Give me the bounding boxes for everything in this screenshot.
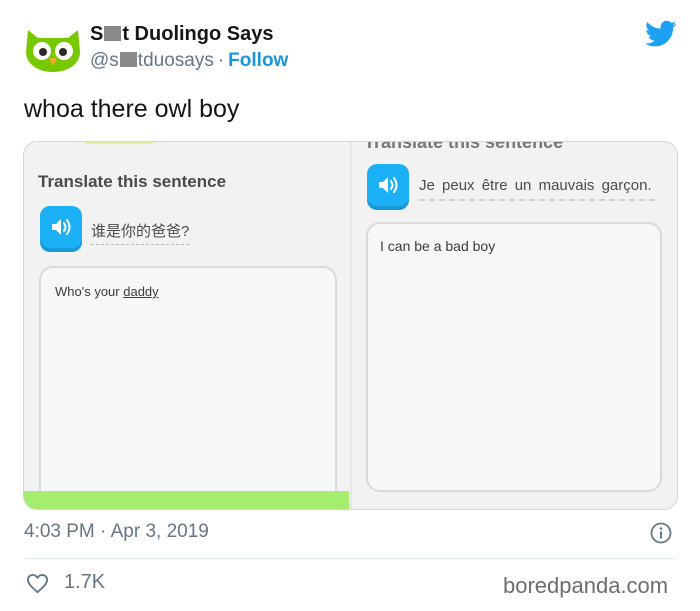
cropped-progress-bar [84,142,154,144]
tweet-media-image[interactable]: Translate this sentence Translate this s… [23,141,678,510]
avatar[interactable] [24,22,82,72]
panel-divider [350,142,352,509]
prompt-dashed-underline [419,199,655,201]
heart-icon[interactable] [26,573,49,594]
redaction-block [104,26,122,41]
follow-button[interactable]: Follow [228,50,288,71]
display-name[interactable]: St Duolingo Says [90,23,273,46]
watermark: boredpanda.com [503,573,669,598]
right-answer-text: I can be a bad boy [380,238,496,254]
footer-separator [24,558,676,559]
left-speaker-button[interactable] [40,206,82,248]
right-prompt-french: Je peux être un mauvais garçon. [419,177,652,194]
info-icon[interactable] [650,522,672,544]
twitter-bird-icon[interactable] [645,20,677,48]
tweet-text: whoa there owl boy [24,95,240,123]
like-count: 1.7K [64,571,106,593]
left-answer-box[interactable]: Who's your daddy [39,266,337,509]
progress-bar [24,491,349,509]
tweet-timestamp[interactable]: 4:03 PM · Apr 3, 2019 [24,521,209,543]
left-prompt-chinese: 谁是你的爸爸? [91,220,190,245]
redaction-block [119,52,137,67]
right-speaker-button[interactable] [367,164,409,206]
right-answer-box[interactable]: I can be a bad boy [366,222,662,492]
handle-row: @s tduosays · Follow [90,50,289,71]
cropped-header-text: Translate this sentence [364,141,564,152]
speaker-icon [379,177,398,193]
left-panel-title: Translate this sentence [38,172,227,191]
user-handle[interactable]: @s tduosays [90,50,214,71]
left-answer-text: Who's your daddy [55,284,159,299]
speaker-icon [52,219,71,235]
